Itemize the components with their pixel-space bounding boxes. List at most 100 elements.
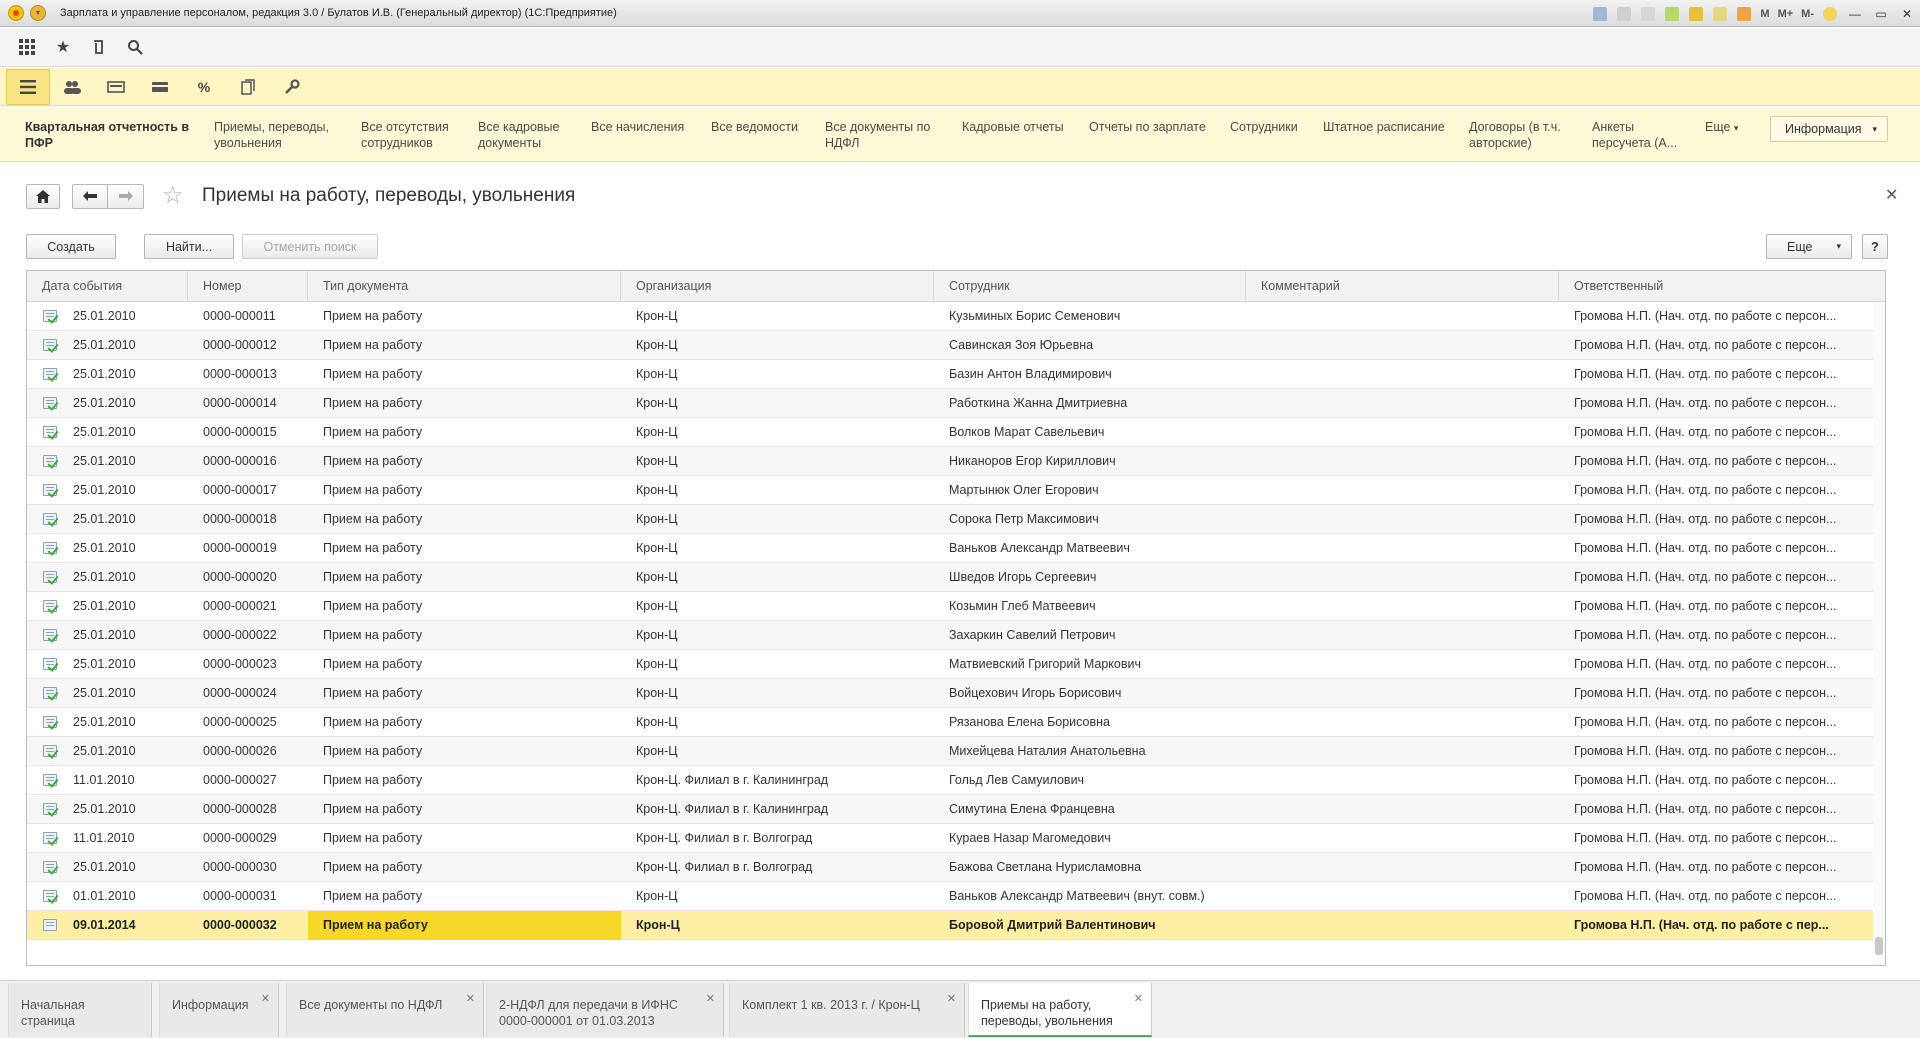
- cell-number[interactable]: 0000-000011: [188, 302, 308, 331]
- column-header-responsible[interactable]: Ответственный: [1559, 271, 1873, 302]
- cell-comment[interactable]: [1246, 505, 1559, 534]
- column-header-employee[interactable]: Сотрудник: [934, 271, 1246, 302]
- cell-responsible[interactable]: Громова Н.П. (Нач. отд. по работе с перс…: [1559, 360, 1873, 389]
- cell-comment[interactable]: [1246, 737, 1559, 766]
- table-row[interactable]: 11.01.2010 0000-000027 Прием на работу Крон…: [27, 766, 1873, 795]
- cell-comment[interactable]: [1246, 331, 1559, 360]
- cell-responsible[interactable]: Громова Н.П. (Нач. отд. по работе с перс…: [1559, 737, 1873, 766]
- cell-responsible[interactable]: Громова Н.П. (Нач. отд. по работе с перс…: [1559, 476, 1873, 505]
- cell-comment[interactable]: [1246, 882, 1559, 911]
- cell-organization[interactable]: Крон-Ц: [621, 679, 934, 708]
- cell-date[interactable]: 25.01.2010: [57, 476, 188, 505]
- cell-date[interactable]: 11.01.2010: [57, 766, 188, 795]
- cell-date[interactable]: 11.01.2010: [57, 824, 188, 853]
- taxes-percent-icon[interactable]: %: [182, 69, 226, 105]
- tab-2ndfl-ifns[interactable]: 2-НДФЛ для передачи в ИФНС 0000-000001 о…: [486, 983, 724, 1037]
- cell-date[interactable]: 09.01.2014: [57, 911, 188, 940]
- cell-date[interactable]: 25.01.2010: [57, 389, 188, 418]
- close-form-icon[interactable]: ✕: [1885, 185, 1898, 205]
- cell-doc-type[interactable]: Прием на работу: [308, 563, 621, 592]
- cell-comment[interactable]: [1246, 360, 1559, 389]
- table-row[interactable]: 25.01.2010 0000-000014 Прием на работу Крон…: [27, 389, 1873, 418]
- print-preview-icon[interactable]: [1641, 6, 1656, 21]
- cell-number[interactable]: 0000-000024: [188, 679, 308, 708]
- cell-date[interactable]: 25.01.2010: [57, 360, 188, 389]
- cell-date[interactable]: 25.01.2010: [57, 331, 188, 360]
- cell-employee[interactable]: Ваньков Александр Матвеевич: [934, 534, 1246, 563]
- payroll-icon[interactable]: [94, 69, 138, 105]
- table-row[interactable]: 11.01.2010 0000-000029 Прием на работу Крон…: [27, 824, 1873, 853]
- cell-number[interactable]: 0000-000017: [188, 476, 308, 505]
- cell-comment[interactable]: [1246, 824, 1559, 853]
- cell-employee[interactable]: Савинская Зоя Юрьевна: [934, 331, 1246, 360]
- cell-doc-type[interactable]: Прием на работу: [308, 882, 621, 911]
- cell-responsible[interactable]: Громова Н.П. (Нач. отд. по работе с перс…: [1559, 824, 1873, 853]
- cell-comment[interactable]: [1246, 418, 1559, 447]
- cell-date[interactable]: 25.01.2010: [57, 650, 188, 679]
- cell-doc-type[interactable]: Прием на работу: [308, 650, 621, 679]
- cell-employee[interactable]: Бажова Светлана Нурисламовна: [934, 853, 1246, 882]
- cell-doc-type[interactable]: Прием на работу: [308, 911, 621, 940]
- cell-responsible[interactable]: Громова Н.П. (Нач. отд. по работе с перс…: [1559, 447, 1873, 476]
- cell-employee[interactable]: Козьмин Глеб Матвеевич: [934, 592, 1246, 621]
- nav-more-menu[interactable]: Еще ▾: [1705, 119, 1738, 136]
- cell-number[interactable]: 0000-000021: [188, 592, 308, 621]
- tab-hiring-transfers[interactable]: Приемы на работу, переводы, увольнения ✕: [968, 983, 1152, 1037]
- cell-responsible[interactable]: Громова Н.П. (Нач. отд. по работе с пер.…: [1559, 911, 1873, 940]
- cell-responsible[interactable]: Громова Н.П. (Нач. отд. по работе с перс…: [1559, 389, 1873, 418]
- cell-employee[interactable]: Никаноров Егор Кириллович: [934, 447, 1246, 476]
- cell-date[interactable]: 25.01.2010: [57, 505, 188, 534]
- cell-employee[interactable]: Захаркин Савелий Петрович: [934, 621, 1246, 650]
- cell-date[interactable]: 25.01.2010: [57, 418, 188, 447]
- tab-close-icon[interactable]: ✕: [947, 991, 956, 1007]
- cell-date[interactable]: 25.01.2010: [57, 563, 188, 592]
- table-row[interactable]: 01.01.2010 0000-000031 Прием на работу Крон…: [27, 882, 1873, 911]
- cell-employee[interactable]: Рязанова Елена Борисовна: [934, 708, 1246, 737]
- forward-button[interactable]: [108, 183, 144, 209]
- cell-doc-type[interactable]: Прием на работу: [308, 621, 621, 650]
- cell-doc-type[interactable]: Прием на работу: [308, 418, 621, 447]
- column-header-number[interactable]: Номер: [188, 271, 308, 302]
- cell-number[interactable]: 0000-000016: [188, 447, 308, 476]
- cell-comment[interactable]: [1246, 795, 1559, 824]
- cell-organization[interactable]: Крон-Ц: [621, 331, 934, 360]
- cell-number[interactable]: 0000-000030: [188, 853, 308, 882]
- cell-number[interactable]: 0000-000013: [188, 360, 308, 389]
- cell-date[interactable]: 25.01.2010: [57, 853, 188, 882]
- column-header-comment[interactable]: Комментарий: [1246, 271, 1559, 302]
- create-button[interactable]: Создать: [26, 234, 116, 259]
- cell-date[interactable]: 25.01.2010: [57, 621, 188, 650]
- cell-responsible[interactable]: Громова Н.П. (Нач. отд. по работе с перс…: [1559, 505, 1873, 534]
- cell-employee[interactable]: Мартынюк Олег Егорович: [934, 476, 1246, 505]
- cell-comment[interactable]: [1246, 476, 1559, 505]
- cell-number[interactable]: 0000-000029: [188, 824, 308, 853]
- nav-employees[interactable]: Сотрудники: [1230, 119, 1310, 135]
- favorites-star-icon[interactable]: ★: [52, 36, 74, 58]
- cell-comment[interactable]: [1246, 389, 1559, 418]
- nav-hiring-transfers[interactable]: Приемы, переводы, увольнения: [214, 119, 344, 151]
- nav-payroll-reports[interactable]: Отчеты по зарплате: [1089, 119, 1219, 135]
- maximize-button[interactable]: ▭: [1868, 4, 1894, 24]
- memory-plus-button[interactable]: M+: [1778, 8, 1794, 20]
- cell-doc-type[interactable]: Прием на работу: [308, 737, 621, 766]
- cell-organization[interactable]: Крон-Ц. Филиал в г. Волгоград: [621, 853, 934, 882]
- cell-responsible[interactable]: Громова Н.П. (Нач. отд. по работе с перс…: [1559, 302, 1873, 331]
- nav-staffing-table[interactable]: Штатное расписание: [1323, 119, 1458, 135]
- cell-doc-type[interactable]: Прием на работу: [308, 302, 621, 331]
- cell-responsible[interactable]: Громова Н.П. (Нач. отд. по работе с перс…: [1559, 621, 1873, 650]
- cell-doc-type[interactable]: Прием на работу: [308, 795, 621, 824]
- nav-all-statements[interactable]: Все ведомости: [711, 119, 811, 135]
- cell-responsible[interactable]: Громова Н.П. (Нач. отд. по работе с перс…: [1559, 418, 1873, 447]
- cell-number[interactable]: 0000-000014: [188, 389, 308, 418]
- cell-doc-type[interactable]: Прием на работу: [308, 534, 621, 563]
- table-row[interactable]: 25.01.2010 0000-000022 Прием на работу Крон…: [27, 621, 1873, 650]
- table-row[interactable]: 25.01.2010 0000-000025 Прием на работу Крон…: [27, 708, 1873, 737]
- main-menu-dropdown-icon[interactable]: ▾: [30, 5, 46, 21]
- cell-comment[interactable]: [1246, 621, 1559, 650]
- nav-personnel-forms[interactable]: Анкеты персучета (А...: [1592, 119, 1692, 151]
- cell-employee[interactable]: Кузьминых Борис Семенович: [934, 302, 1246, 331]
- cell-comment[interactable]: [1246, 302, 1559, 331]
- cell-doc-type[interactable]: Прием на работу: [308, 766, 621, 795]
- table-row[interactable]: 25.01.2010 0000-000021 Прием на работу Крон…: [27, 592, 1873, 621]
- cell-employee[interactable]: Гольд Лев Самуилович: [934, 766, 1246, 795]
